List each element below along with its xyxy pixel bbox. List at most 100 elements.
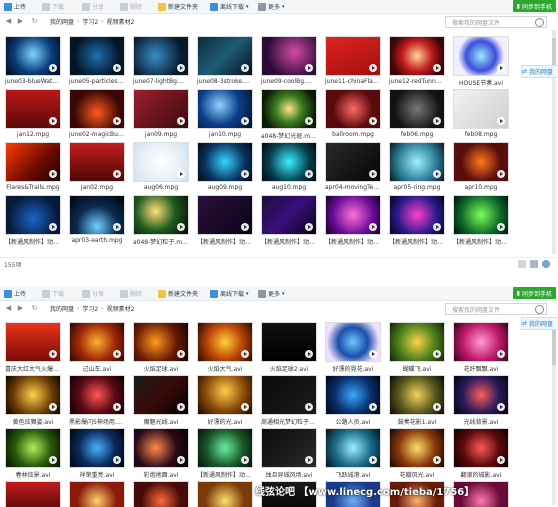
- file-tile[interactable]: 飞跃城港.avi: [325, 428, 381, 479]
- upload-button[interactable]: 上传: [4, 288, 26, 299]
- file-tile[interactable]: 花纤飘飘.avi: [453, 322, 509, 373]
- offline-download-button[interactable]: 离线下载 ▾: [210, 1, 249, 12]
- file-tile[interactable]: 喜庆大红大气火爆3.avi: [5, 322, 61, 373]
- breadcrumb-item[interactable]: 学习2: [82, 304, 98, 313]
- file-tile[interactable]: apr05-ring.mpg: [389, 142, 445, 191]
- video-thumbnail[interactable]: [325, 195, 381, 235]
- video-thumbnail[interactable]: [325, 322, 381, 362]
- play-icon[interactable]: [177, 350, 185, 358]
- play-icon[interactable]: [113, 456, 121, 464]
- grid-view-icon[interactable]: [518, 260, 526, 268]
- more-button[interactable]: 更多 ▾: [258, 288, 285, 299]
- share-sidebar-button[interactable]: ⇄ 我的网盘: [521, 317, 558, 330]
- back-button[interactable]: ◀: [4, 304, 13, 313]
- video-thumbnail[interactable]: [133, 428, 189, 468]
- new-folder-button[interactable]: 新建文件夹: [158, 288, 198, 299]
- video-thumbnail[interactable]: [453, 142, 509, 182]
- upload-button[interactable]: 上传: [4, 1, 26, 12]
- file-tile[interactable]: 【新通风制作】动态...: [197, 428, 253, 479]
- video-thumbnail[interactable]: [389, 36, 445, 76]
- play-icon[interactable]: [241, 350, 249, 358]
- file-tile[interactable]: 魔魅光线.avi: [133, 375, 189, 426]
- play-icon[interactable]: [305, 456, 313, 464]
- video-thumbnail[interactable]: [197, 481, 253, 507]
- video-thumbnail[interactable]: [197, 195, 253, 235]
- file-tile[interactable]: 周通相光梦幻粒子冠...: [261, 375, 317, 426]
- download-button[interactable]: 下载: [42, 1, 64, 12]
- play-icon[interactable]: [49, 170, 57, 178]
- play-icon[interactable]: [113, 170, 121, 178]
- video-thumbnail[interactable]: [197, 375, 253, 415]
- play-icon[interactable]: [369, 456, 377, 464]
- play-icon[interactable]: [369, 170, 377, 178]
- share-button[interactable]: 分享: [82, 1, 104, 12]
- video-thumbnail[interactable]: [389, 428, 445, 468]
- video-thumbnail[interactable]: [5, 195, 61, 235]
- file-tile[interactable]: 【新通风制作】动态...: [197, 195, 253, 246]
- file-tile[interactable]: 公路人员.avi: [325, 375, 381, 426]
- video-thumbnail[interactable]: [133, 375, 189, 415]
- play-icon[interactable]: [305, 350, 313, 358]
- video-thumbnail[interactable]: [261, 142, 317, 182]
- video-thumbnail[interactable]: [261, 322, 317, 362]
- file-tile[interactable]: june09-coolBg.mpg: [261, 36, 317, 85]
- play-icon[interactable]: [177, 64, 185, 72]
- back-button[interactable]: ◀: [4, 17, 13, 26]
- settings-icon[interactable]: [542, 260, 550, 268]
- file-tile[interactable]: 花瓣风光.avi: [389, 428, 445, 479]
- search-input[interactable]: 搜索我的网盘文件: [445, 303, 547, 315]
- video-thumbnail[interactable]: [453, 195, 509, 235]
- video-thumbnail[interactable]: [69, 89, 125, 129]
- play-icon[interactable]: [497, 456, 505, 464]
- offline-download-button[interactable]: 离线下载 ▾: [210, 288, 249, 299]
- play-icon[interactable]: [241, 456, 249, 464]
- file-tile[interactable]: jan02.mpg: [69, 142, 125, 191]
- play-icon[interactable]: [433, 403, 441, 411]
- video-thumbnail[interactable]: [389, 322, 445, 362]
- video-thumbnail[interactable]: [197, 36, 253, 76]
- play-icon[interactable]: [241, 170, 249, 178]
- video-thumbnail[interactable]: [197, 322, 253, 362]
- more-button[interactable]: 更多 ▾: [258, 1, 285, 12]
- video-thumbnail[interactable]: [453, 428, 509, 468]
- new-folder-button[interactable]: 新建文件夹: [158, 1, 198, 12]
- video-thumbnail[interactable]: [197, 428, 253, 468]
- play-icon[interactable]: [369, 403, 377, 411]
- breadcrumb-item[interactable]: 学习2: [82, 17, 98, 26]
- video-thumbnail[interactable]: [133, 481, 189, 507]
- file-tile[interactable]: 黄色炫舞姿.avi: [5, 375, 61, 426]
- video-thumbnail[interactable]: [69, 375, 125, 415]
- video-thumbnail[interactable]: [453, 322, 509, 362]
- file-tile[interactable]: june03-blueWater...: [5, 36, 61, 85]
- breadcrumb-item[interactable]: 我的网盘: [50, 304, 74, 313]
- search-icon[interactable]: [535, 18, 544, 27]
- video-thumbnail[interactable]: [5, 89, 61, 129]
- play-icon[interactable]: [49, 456, 57, 464]
- play-icon[interactable]: [305, 403, 313, 411]
- refresh-button[interactable]: ↻: [30, 17, 39, 26]
- video-thumbnail[interactable]: [133, 142, 189, 182]
- download-button[interactable]: 下载: [42, 288, 64, 299]
- video-thumbnail[interactable]: [453, 36, 509, 76]
- sync-to-phone-button[interactable]: ▮ 同步到手机: [512, 287, 556, 299]
- file-tile[interactable]: feb06.mpg: [389, 89, 445, 138]
- file-tile[interactable]: 烛旦异城风场.avi: [261, 428, 317, 479]
- file-tile[interactable]: 好漂的光.avi: [197, 375, 253, 426]
- file-tile[interactable]: 翻滚的城影.avi: [453, 428, 509, 479]
- play-icon[interactable]: [433, 117, 441, 125]
- scrollbar[interactable]: [552, 30, 556, 254]
- play-icon[interactable]: [241, 403, 249, 411]
- breadcrumb-item[interactable]: 视频素材2: [107, 304, 135, 313]
- file-tile[interactable]: aug06.mpg: [133, 142, 189, 191]
- video-thumbnail[interactable]: [261, 428, 317, 468]
- play-icon[interactable]: [305, 223, 313, 231]
- play-icon[interactable]: [177, 403, 185, 411]
- share-sidebar-button[interactable]: ⇄ 我的网盘: [521, 65, 558, 78]
- file-tile[interactable]: 【新通风制作】动态...: [453, 195, 509, 246]
- play-icon[interactable]: [369, 350, 377, 358]
- play-icon[interactable]: [49, 64, 57, 72]
- file-tile[interactable]: apr04-movingText8...: [325, 142, 381, 191]
- file-tile[interactable]: 火焰大气.avi: [197, 322, 253, 373]
- play-icon[interactable]: [497, 350, 505, 358]
- file-tile[interactable]: aug10.mpg: [261, 142, 317, 191]
